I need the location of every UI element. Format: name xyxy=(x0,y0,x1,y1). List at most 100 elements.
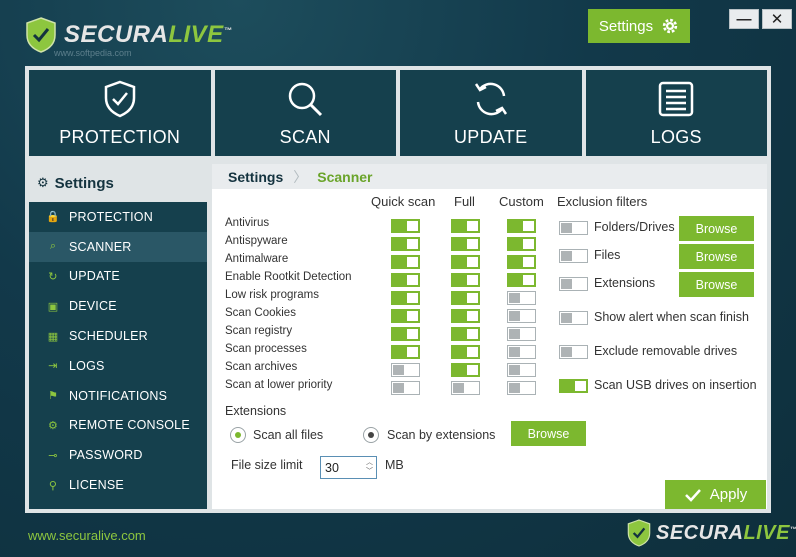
apply-button[interactable]: Apply xyxy=(665,480,766,509)
toggle-full[interactable] xyxy=(451,363,480,377)
gear-icon: ⚙ xyxy=(37,175,49,190)
exclusion-browse-button[interactable]: Browse xyxy=(679,272,754,297)
sidebar-item-label: PASSWORD xyxy=(69,448,143,463)
toggle-full[interactable] xyxy=(451,219,480,233)
sidebar-item-protection[interactable]: 🔒 PROTECTION xyxy=(29,202,207,232)
toggle-quick[interactable] xyxy=(391,345,420,359)
sidebar-item-remote-console[interactable]: ⚙ REMOTE CONSOLE xyxy=(29,411,207,441)
toggle-quick[interactable] xyxy=(391,327,420,341)
file-size-input[interactable]: 30 ︿ ﹀ xyxy=(320,456,377,479)
sidebar-item-label: REMOTE CONSOLE xyxy=(69,418,190,433)
calendar-icon: ▦ xyxy=(47,330,59,343)
scan-row-label: Scan Cookies xyxy=(225,307,296,319)
toggle-full[interactable] xyxy=(451,345,480,359)
tile-logs-label: LOGS xyxy=(650,126,702,147)
gear-icon xyxy=(662,18,678,34)
sidebar-item-notifications[interactable]: ⚑ NOTIFICATIONS xyxy=(29,381,207,411)
exclusion-toggle[interactable] xyxy=(559,277,588,291)
refresh-icon: ↻ xyxy=(48,270,58,283)
sidebar-item-logs[interactable]: ⇥ LOGS xyxy=(29,351,207,381)
toggle-full[interactable] xyxy=(451,255,480,269)
toggle-full[interactable] xyxy=(451,381,480,395)
sidebar-item-license[interactable]: ⚲ LICENSE xyxy=(29,470,207,500)
app-window: SECURALIVE™ www.softpedia.com Settings —… xyxy=(0,0,796,557)
footer-logo-text: SECURALIVE™ xyxy=(656,521,796,544)
toggle-custom[interactable] xyxy=(507,363,536,377)
exclusion-toggle[interactable] xyxy=(559,221,588,235)
license-icon: ⚲ xyxy=(48,479,58,492)
website-link[interactable]: www.securalive.com xyxy=(28,528,146,543)
settings-button-label: Settings xyxy=(598,17,654,35)
scan-row-label: Antivirus xyxy=(225,217,270,229)
sidebar-item-scanner[interactable]: ⌕ SCANNER xyxy=(29,231,207,262)
breadcrumb-separator: 〉 xyxy=(293,168,308,185)
sidebar-item-password[interactable]: ⊸ PASSWORD xyxy=(29,440,207,470)
shield-logo-icon xyxy=(26,17,56,53)
tile-protection[interactable]: PROTECTION xyxy=(29,70,211,156)
search-icon: ⌕ xyxy=(49,240,57,253)
settings-button[interactable]: Settings xyxy=(588,9,690,43)
minimize-button[interactable]: — xyxy=(729,9,759,29)
column-custom: Custom xyxy=(499,194,544,209)
toggle-custom[interactable] xyxy=(507,219,536,233)
toggle-quick[interactable] xyxy=(391,273,420,287)
toggle-custom[interactable] xyxy=(507,237,536,251)
option-toggle[interactable] xyxy=(559,379,588,393)
settings-panel: ⚙ Settings 🔒 PROTECTION ⌕ SCANNER ↻ UPDATE ▣ DE… xyxy=(25,160,771,513)
column-exclusion-filters: Exclusion filters xyxy=(557,194,648,209)
toggle-quick[interactable] xyxy=(391,255,420,269)
list-icon xyxy=(659,81,694,116)
toggle-custom[interactable] xyxy=(507,381,536,395)
spinner-arrows[interactable]: ︿ ﹀ xyxy=(366,458,373,476)
exclusion-toggle[interactable] xyxy=(559,249,588,263)
close-button[interactable]: ✕ xyxy=(762,9,792,29)
column-quick-scan: Quick scan xyxy=(371,194,436,209)
toggle-custom[interactable] xyxy=(507,345,536,359)
exclusion-browse-button[interactable]: Browse xyxy=(679,244,754,269)
check-icon xyxy=(684,488,701,502)
tile-logs[interactable]: LOGS xyxy=(585,70,767,156)
tile-update[interactable]: UPDATE xyxy=(400,70,582,156)
toggle-quick[interactable] xyxy=(391,219,420,233)
refresh-icon xyxy=(474,82,507,115)
toggle-quick[interactable] xyxy=(391,237,420,251)
exclusion-browse-button[interactable]: Browse xyxy=(679,216,754,241)
sidebar-item-scheduler[interactable]: ▦ SCHEDULER xyxy=(29,321,207,351)
sidebar-title: Settings xyxy=(54,174,114,192)
scan-row-label: Scan registry xyxy=(225,325,293,337)
breadcrumb-root[interactable]: Settings xyxy=(228,169,283,185)
scan-all-files-radio[interactable] xyxy=(230,427,246,443)
toggle-full[interactable] xyxy=(451,291,480,305)
extensions-browse-button[interactable]: Browse xyxy=(511,421,586,446)
sidebar-item-label: DEVICE xyxy=(69,299,117,314)
scan-by-extensions-label[interactable]: Scan by extensions xyxy=(387,428,495,442)
option-toggle[interactable] xyxy=(559,345,588,359)
toggle-full[interactable] xyxy=(451,309,480,323)
scan-all-files-label[interactable]: Scan all files xyxy=(253,428,323,442)
toggle-custom[interactable] xyxy=(507,309,536,323)
scanner-settings: Settings 〉 Scanner Quick scan Full Custo… xyxy=(212,164,767,509)
tile-scan[interactable]: SCAN xyxy=(214,70,396,156)
tile-update-label: UPDATE xyxy=(454,126,528,147)
toggle-quick[interactable] xyxy=(391,381,420,395)
file-size-value: 30 xyxy=(325,460,339,475)
tile-protection-label: PROTECTION xyxy=(59,126,181,147)
magnifier-icon xyxy=(289,82,323,116)
toggle-custom[interactable] xyxy=(507,291,536,305)
toggle-quick[interactable] xyxy=(391,291,420,305)
sidebar-item-update[interactable]: ↻ UPDATE xyxy=(29,262,207,292)
sidebar-item-device[interactable]: ▣ DEVICE xyxy=(29,291,207,321)
main-nav-tiles: PROTECTION SCAN UPDATE LOGS xyxy=(25,66,771,160)
toggle-custom[interactable] xyxy=(507,255,536,269)
footer-logo: SECURALIVE™ xyxy=(626,518,796,548)
toggle-full[interactable] xyxy=(451,237,480,251)
option-toggle[interactable] xyxy=(559,311,588,325)
toggle-custom[interactable] xyxy=(507,327,536,341)
toggle-custom[interactable] xyxy=(507,273,536,287)
toggle-full[interactable] xyxy=(451,273,480,287)
toggle-quick[interactable] xyxy=(391,309,420,323)
scan-by-extensions-radio[interactable] xyxy=(363,427,379,443)
toggle-quick[interactable] xyxy=(391,363,420,377)
toggle-full[interactable] xyxy=(451,327,480,341)
scan-row-label: Low risk programs xyxy=(225,289,319,301)
